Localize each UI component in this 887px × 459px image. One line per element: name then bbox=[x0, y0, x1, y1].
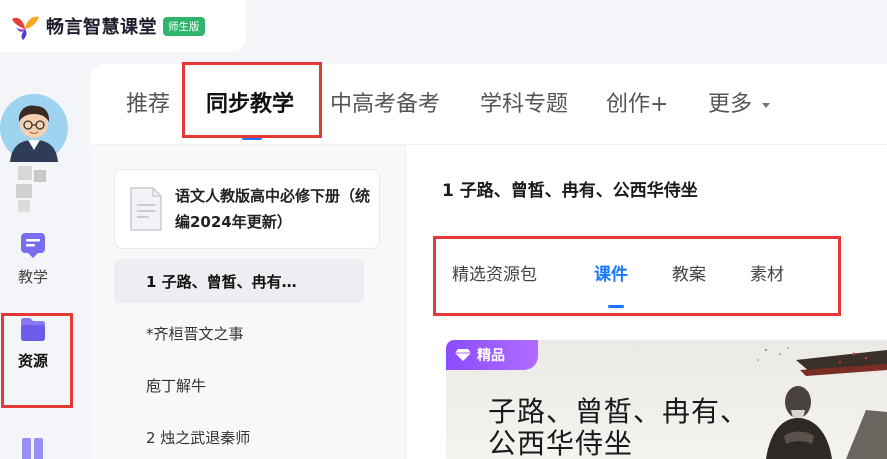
tab-recommend[interactable]: 推荐 bbox=[126, 86, 170, 118]
lesson-item[interactable]: *齐桓晋文之事 bbox=[114, 311, 364, 355]
tab-more[interactable]: 更多 bbox=[708, 86, 771, 118]
lesson-item[interactable]: 庖丁解牛 bbox=[114, 363, 364, 407]
courseware-title: 子路、曾皙、冉有、公西华侍坐 bbox=[488, 395, 750, 459]
tab-exam-prep[interactable]: 中高考备考 bbox=[330, 86, 440, 118]
lesson-sidebar: 语文人教版高中必修下册（统编2024年更新） 1 子路、曾皙、冉有… *齐桓晋文… bbox=[90, 145, 406, 459]
tab-courseware[interactable]: 课件 bbox=[594, 260, 628, 285]
tab-materials[interactable]: 素材 bbox=[750, 260, 784, 285]
app-logo: 畅言智慧课堂 师生版 bbox=[0, 0, 246, 52]
nav-resources-label: 资源 bbox=[17, 352, 48, 370]
nav-teaching[interactable]: 教学 bbox=[0, 230, 66, 287]
main-panel: 推荐 同步教学 中高考备考 学科专题 创作+ 更多 语文人教版高中必修下册（统编… bbox=[90, 64, 887, 459]
premium-badge: 精品 bbox=[446, 340, 538, 370]
book-icon bbox=[22, 438, 43, 459]
tab-lesson-plan[interactable]: 教案 bbox=[672, 260, 706, 285]
lesson-title: 1 子路、曾皙、冉有、公西华侍坐 bbox=[442, 181, 698, 201]
user-avatar[interactable] bbox=[0, 94, 68, 162]
top-tab-bar: 推荐 同步教学 中高考备考 学科专题 创作+ 更多 bbox=[90, 64, 887, 144]
nav-teaching-label: 教学 bbox=[17, 268, 48, 286]
tab-more-label: 更多 bbox=[708, 92, 753, 117]
tab-subject-topics[interactable]: 学科专题 bbox=[480, 86, 568, 118]
nav-books[interactable] bbox=[0, 434, 66, 459]
chevron-down-icon bbox=[762, 103, 771, 108]
nav-resources[interactable]: 资源 bbox=[0, 314, 66, 371]
lesson-item[interactable]: 1 子路、曾皙、冉有… bbox=[114, 259, 364, 303]
app-name: 畅言智慧课堂 bbox=[46, 17, 157, 38]
lesson-item[interactable]: 2 烛之武退秦师 bbox=[114, 415, 364, 459]
edition-badge: 师生版 bbox=[163, 16, 205, 36]
active-tab-indicator bbox=[242, 136, 262, 140]
premium-label: 精品 bbox=[477, 348, 505, 364]
tab-create-plus[interactable]: 创作+ bbox=[606, 86, 668, 118]
resource-folder-icon bbox=[21, 318, 45, 341]
tab-sync-teaching[interactable]: 同步教学 bbox=[206, 86, 294, 118]
textbook-title: 语文人教版高中必修下册（统编2024年更新） bbox=[175, 187, 371, 231]
app-logo-icon bbox=[12, 16, 39, 40]
resource-tab-indicator bbox=[608, 305, 624, 308]
confucius-illustration bbox=[757, 347, 887, 459]
textbook-selector[interactable]: 语文人教版高中必修下册（统编2024年更新） bbox=[114, 169, 380, 249]
courseware-card[interactable]: 精品 子路、曾皙、冉有、公西华侍坐 bbox=[446, 340, 887, 459]
document-icon bbox=[130, 187, 162, 231]
left-sidebar: 教学 资源 bbox=[0, 52, 86, 459]
teaching-icon bbox=[21, 233, 45, 258]
tab-resource-pack[interactable]: 精选资源包 bbox=[452, 260, 537, 285]
diamond-icon bbox=[455, 349, 471, 361]
